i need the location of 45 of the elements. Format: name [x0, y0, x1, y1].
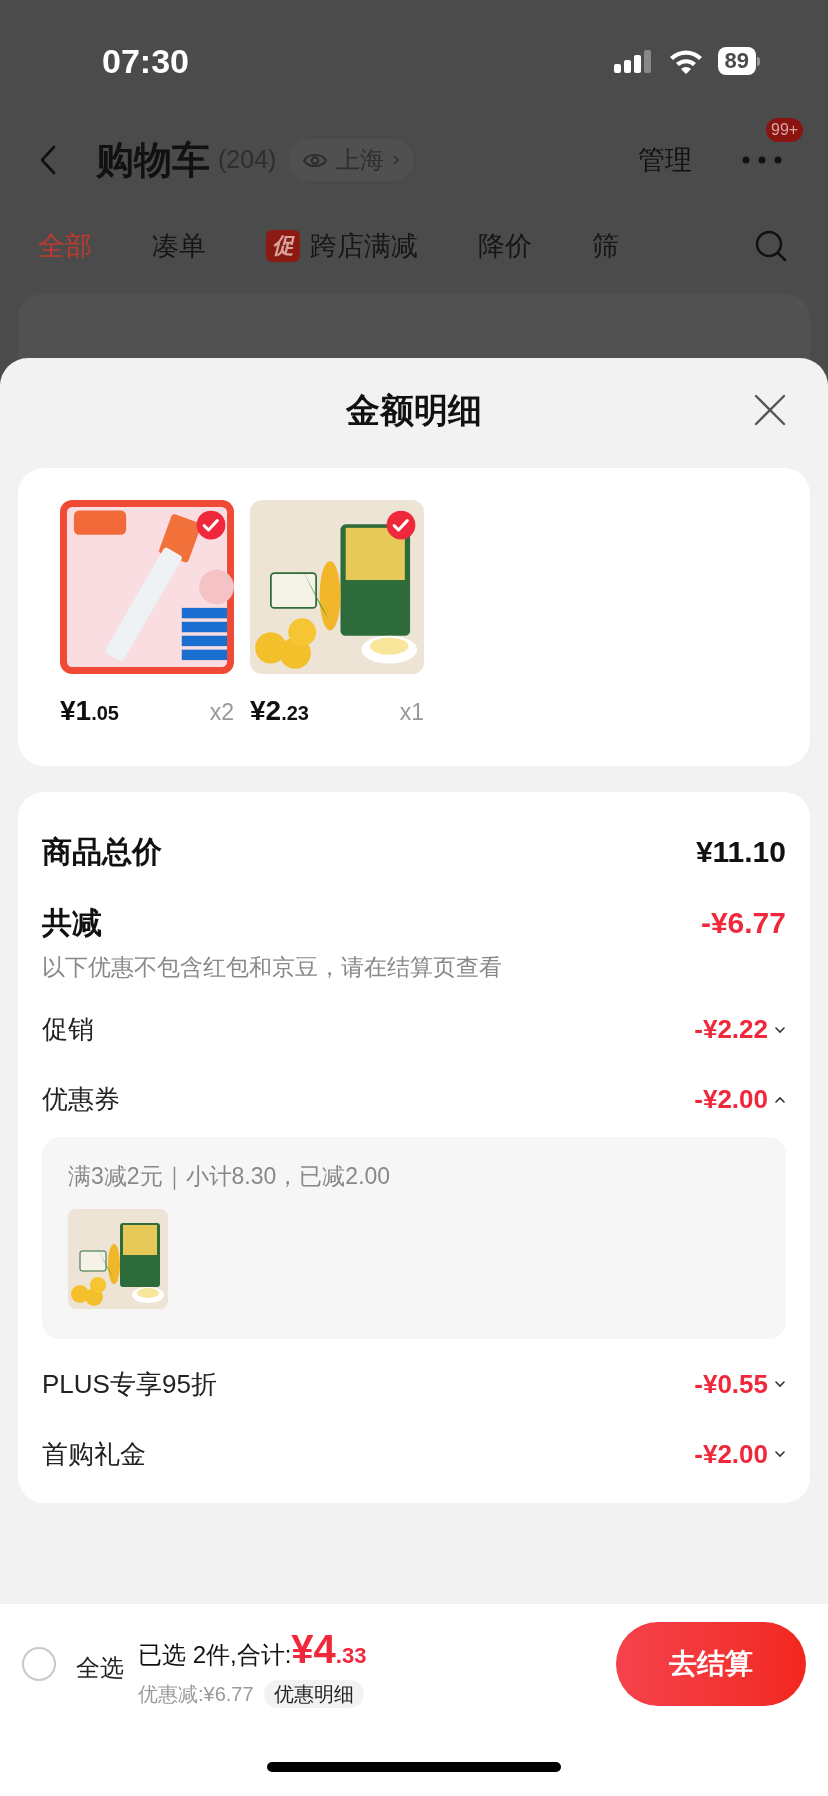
- row-label: 促销: [42, 1013, 94, 1046]
- chevron-up-icon[interactable]: [774, 1095, 786, 1104]
- search-icon[interactable]: [754, 229, 788, 263]
- price: ¥2.23: [250, 694, 309, 728]
- checkout-button[interactable]: 去结算: [616, 1622, 806, 1706]
- chevron-down-icon[interactable]: [774, 1450, 786, 1458]
- row-amount: -¥2.22: [694, 1013, 768, 1046]
- notification-badge: 99+: [766, 118, 804, 142]
- chevron-right-icon: [392, 154, 401, 166]
- row-note: 以下优惠不包含红包和京豆，请在结算页查看: [42, 953, 503, 982]
- checkmark-icon[interactable]: [196, 510, 226, 540]
- checkmark-icon[interactable]: [386, 510, 416, 540]
- row-label: 商品总价: [42, 833, 162, 870]
- page-title: 购物车: [96, 137, 210, 183]
- coupon-text: 满3减2元｜小计8.30，已减2.00: [68, 1161, 392, 1192]
- chevron-down-icon[interactable]: [774, 1380, 786, 1388]
- price: ¥4.33: [291, 1626, 367, 1673]
- close-icon[interactable]: [754, 394, 786, 426]
- select-all-radio[interactable]: [22, 1647, 56, 1681]
- select-all-label[interactable]: 全选: [76, 1650, 124, 1686]
- price: ¥1.05: [60, 694, 119, 728]
- detail-chip[interactable]: 优惠明细: [263, 1680, 364, 1708]
- quantity: x1: [399, 698, 424, 727]
- eye-icon: [302, 151, 329, 169]
- row-label: 首购礼金: [42, 1437, 146, 1471]
- row-amount: -¥6.77: [700, 904, 786, 941]
- chevron-down-icon[interactable]: [774, 1025, 786, 1034]
- row-label: 优惠券: [42, 1083, 120, 1116]
- row-amount: -¥0.55: [694, 1367, 768, 1401]
- tab[interactable]: 全部: [38, 225, 92, 267]
- quantity: x2: [209, 698, 234, 727]
- clock: 07:30: [102, 40, 189, 82]
- row-amount: -¥2.00: [694, 1437, 768, 1471]
- manage-link[interactable]: 管理: [638, 139, 692, 181]
- row-amount: -¥2.00: [694, 1083, 768, 1116]
- more-icon[interactable]: [742, 156, 782, 164]
- row-amount: ¥11.10: [695, 833, 786, 870]
- promo-tag: 促: [266, 230, 300, 262]
- sheet-title: 金额明细: [346, 389, 482, 431]
- row-label: 共减: [42, 904, 102, 941]
- back-icon[interactable]: [40, 145, 56, 175]
- summary-text: 已选 2件,合计:: [138, 1641, 292, 1670]
- signal-icon: [613, 49, 654, 73]
- saved-amount: 优惠减:¥6.77: [138, 1682, 254, 1707]
- row-label: PLUS专享95折: [42, 1367, 217, 1401]
